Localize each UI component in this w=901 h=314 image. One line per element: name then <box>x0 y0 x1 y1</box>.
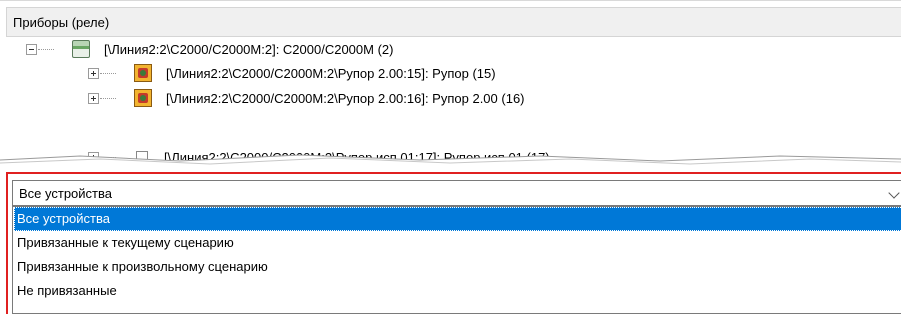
tree-connector <box>100 97 116 99</box>
rupor-icon <box>134 64 152 82</box>
rupor-icon <box>134 89 152 107</box>
filter-highlight-frame: Все устройства Все устройства Привязанны… <box>6 172 901 314</box>
tree-item[interactable]: [\Линия2:2\С2000/С2000М:2\Рупор 2.00:15]… <box>88 61 496 85</box>
tree-item-label: [\Линия2:2\С2000/С2000М:2]: С2000/С2000М… <box>104 41 394 57</box>
tree-item-label: [\Линия2:2\С2000/С2000М:2\Рупор 2.00:16]… <box>166 90 525 106</box>
device-icon <box>72 40 90 58</box>
dropdown-option[interactable]: Привязанные к текущему сценарию <box>14 231 901 255</box>
filter-dropdown-list: Все устройства Привязанные к текущему сц… <box>12 206 901 314</box>
devices-panel: Приборы (реле) [\Линия2:2\С2000/С2000М:2… <box>0 0 901 160</box>
tree-item[interactable]: [\Линия2:2\С2000/С2000М:2]: С2000/С2000М… <box>26 37 393 61</box>
tree-connector <box>100 72 116 74</box>
tree-connector <box>38 48 54 50</box>
dropdown-option[interactable]: Все устройства <box>14 207 901 231</box>
dropdown-option[interactable]: Привязанные к произвольному сценарию <box>14 255 901 279</box>
collapse-icon[interactable] <box>26 43 37 55</box>
dropdown-option[interactable]: Не привязанные <box>14 279 901 303</box>
expand-icon[interactable] <box>88 67 99 79</box>
tree-item[interactable]: [\Линия2:2\С2000/С2000М:2\Рупор 2.00:16]… <box>88 86 525 110</box>
tree-item-label: [\Линия2:2\С2000/С2000М:2\Рупор 2.00:15]… <box>166 65 496 81</box>
device-tree: [\Линия2:2\С2000/С2000М:2]: С2000/С2000М… <box>6 37 901 160</box>
panel-title: Приборы (реле) <box>6 7 901 37</box>
combobox-selected-value: Все устройства <box>19 186 112 201</box>
torn-edge <box>0 154 901 168</box>
chevron-down-icon[interactable] <box>888 181 901 205</box>
device-filter-combobox[interactable]: Все устройства <box>12 180 901 206</box>
expand-icon[interactable] <box>88 92 99 104</box>
